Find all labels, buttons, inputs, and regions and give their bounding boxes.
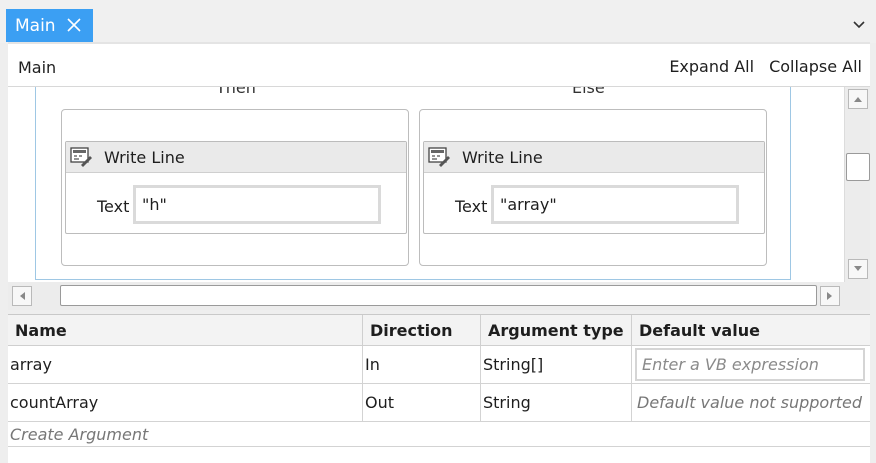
scroll-right-button[interactable] xyxy=(820,286,840,306)
argument-direction[interactable]: In xyxy=(363,346,481,383)
else-branch[interactable]: Write Line Text xyxy=(419,109,767,266)
arrow-up-icon xyxy=(854,97,862,102)
grid-header: Name Direction Argument type Default val… xyxy=(8,315,870,346)
workflow-designer: Main Main Expand All Collapse All Then E… xyxy=(0,0,876,463)
argument-type[interactable]: String xyxy=(481,384,632,421)
scroll-up-button[interactable] xyxy=(848,89,868,109)
text-field-row: Text xyxy=(66,185,406,225)
scroll-down-button[interactable] xyxy=(848,259,868,279)
column-header-argument-type[interactable]: Argument type xyxy=(481,315,632,346)
text-field-label: Text xyxy=(97,197,130,216)
close-icon[interactable] xyxy=(66,17,82,33)
arguments-grid: Name Direction Argument type Default val… xyxy=(8,314,870,463)
else-label: Else xyxy=(572,87,605,97)
default-value-unsupported: Default value not supported xyxy=(637,393,863,412)
breadcrumb[interactable]: Main xyxy=(18,58,56,77)
write-line-activity[interactable]: Write Line Text xyxy=(65,141,407,234)
then-label: Then xyxy=(216,87,256,97)
column-header-name[interactable]: Name xyxy=(8,315,363,346)
write-line-icon xyxy=(428,147,450,167)
designer-header: Main Expand All Collapse All xyxy=(8,42,870,87)
horizontal-scroll-thumb[interactable] xyxy=(60,285,817,306)
expand-collapse-links: Expand All Collapse All xyxy=(669,57,862,76)
scroll-left-button[interactable] xyxy=(12,286,32,306)
argument-name[interactable]: countArray xyxy=(8,384,363,421)
activity-title: Write Line xyxy=(104,147,185,167)
default-value-input[interactable] xyxy=(637,350,863,379)
document-tab-strip: Main xyxy=(0,0,876,43)
create-argument-button[interactable]: Create Argument xyxy=(8,422,870,447)
horizontal-scrollbar[interactable] xyxy=(8,282,844,310)
write-line-icon xyxy=(70,147,92,167)
tab-main[interactable]: Main xyxy=(6,9,93,42)
arrow-left-icon xyxy=(20,292,25,300)
text-field-row: Text xyxy=(424,185,764,225)
expand-all-button[interactable]: Expand All xyxy=(669,57,754,76)
argument-direction[interactable]: Out xyxy=(363,384,481,421)
text-expression-box[interactable] xyxy=(491,185,739,224)
text-expression-input[interactable] xyxy=(136,188,378,221)
text-expression-box[interactable] xyxy=(133,185,381,224)
argument-type[interactable]: String[] xyxy=(481,346,632,383)
tab-label: Main xyxy=(15,15,56,36)
column-header-default-value[interactable]: Default value xyxy=(632,315,870,346)
table-row[interactable]: array In String[] xyxy=(8,346,870,384)
vertical-scrollbar[interactable] xyxy=(844,87,870,282)
collapse-all-button[interactable]: Collapse All xyxy=(769,57,862,76)
design-canvas[interactable]: Then Else Write Line Text "h" Write Line… xyxy=(8,87,844,282)
column-header-direction[interactable]: Direction xyxy=(363,315,481,346)
default-value-box[interactable] xyxy=(635,348,865,381)
argument-name[interactable]: array xyxy=(8,346,363,383)
activity-title-bar[interactable]: Write Line xyxy=(66,142,406,173)
table-row[interactable]: countArray Out String Default value not … xyxy=(8,384,870,422)
arrow-down-icon xyxy=(854,266,862,271)
activity-title: Write Line xyxy=(462,147,543,167)
arrow-right-icon xyxy=(827,292,832,300)
write-line-activity[interactable]: Write Line Text xyxy=(423,141,765,234)
chevron-down-icon[interactable] xyxy=(852,18,866,32)
text-expression-input[interactable] xyxy=(494,188,736,221)
then-branch[interactable]: Write Line Text xyxy=(61,109,409,266)
scrollbar-corner xyxy=(844,282,870,310)
text-field-label: Text xyxy=(455,197,488,216)
if-activity-body: Then Else Write Line Text "h" Write Line… xyxy=(35,87,791,280)
activity-title-bar[interactable]: Write Line xyxy=(424,142,764,173)
vertical-scroll-thumb[interactable] xyxy=(846,153,870,181)
